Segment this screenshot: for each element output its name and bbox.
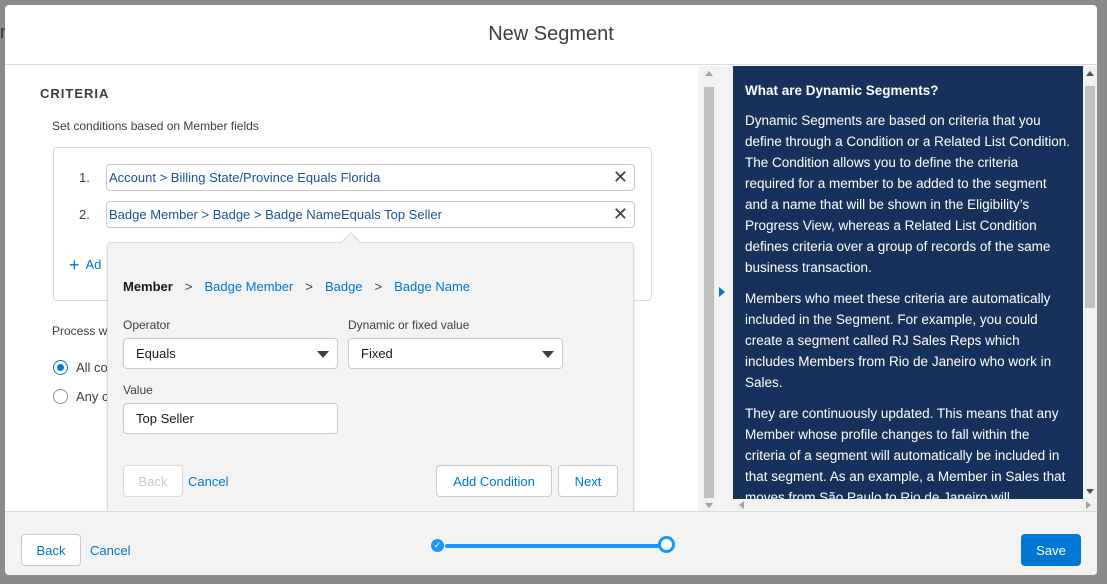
popover-back-button[interactable]: Back	[123, 465, 183, 497]
scroll-up-icon[interactable]	[1086, 71, 1094, 76]
process-label: Process wh	[52, 324, 115, 338]
value-type-select[interactable]: Fixed	[348, 338, 563, 369]
scrollbar-thumb[interactable]	[1085, 86, 1095, 308]
radio-button[interactable]	[53, 389, 68, 404]
add-condition-label: Ad	[85, 257, 102, 272]
popover-cancel-link[interactable]: Cancel	[188, 474, 228, 489]
help-horizontal-scrollbar[interactable]	[733, 499, 1097, 511]
condition-text: Account > Billing State/Province Equals …	[109, 170, 381, 185]
condition-editor-popover: Member > Badge Member > Badge > Badge Na…	[107, 232, 634, 515]
add-condition-button[interactable]: Add Condition	[436, 465, 552, 497]
condition-row: 2. Badge Member > Badge > Badge NameEqua…	[54, 201, 653, 229]
criteria-scrollbar[interactable]	[702, 66, 716, 511]
radio-button-selected[interactable]	[53, 360, 68, 375]
condition-number: 2.	[79, 207, 90, 222]
condition-number: 1.	[79, 170, 90, 185]
scroll-up-icon[interactable]	[705, 71, 713, 76]
radio-label: Any c	[76, 389, 109, 404]
scroll-down-icon[interactable]	[705, 503, 713, 508]
modal-title: New Segment	[488, 23, 614, 45]
scroll-left-icon[interactable]	[739, 501, 744, 509]
check-icon[interactable]: ✓	[431, 539, 444, 552]
chevron-down-icon	[542, 351, 554, 358]
save-button[interactable]: Save	[1021, 534, 1081, 566]
modal-header: New Segment	[5, 5, 1097, 65]
scrollbar-thumb[interactable]	[704, 87, 714, 498]
chevron-down-icon	[317, 351, 329, 358]
breadcrumb-badge[interactable]: Badge	[325, 279, 363, 294]
breadcrumb-separator: >	[305, 279, 313, 294]
modal-footer: Back Cancel ✓ Save	[5, 511, 1097, 575]
criteria-subtitle: Set conditions based on Member fields	[52, 119, 259, 133]
value-type-value: Fixed	[361, 346, 393, 361]
breadcrumb-badge-member[interactable]: Badge Member	[204, 279, 293, 294]
add-icon: +	[69, 255, 80, 275]
scroll-down-icon[interactable]	[1086, 489, 1094, 494]
radio-label: All co	[76, 360, 108, 375]
value-type-label: Dynamic or fixed value	[348, 318, 470, 332]
value-label: Value	[123, 383, 153, 397]
remove-condition-icon[interactable]: ✕	[613, 167, 628, 187]
help-paragraph: Dynamic Segments are based on criteria t…	[745, 113, 1070, 275]
value-input-text: Top Seller	[136, 411, 194, 426]
condition-field[interactable]: Badge Member > Badge > Badge NameEquals …	[106, 201, 635, 228]
help-paragraph: They are continuously updated. This mean…	[745, 406, 1066, 499]
back-button[interactable]: Back	[21, 534, 81, 566]
criteria-panel: CRITERIA Set conditions based on Member …	[5, 66, 698, 515]
next-button[interactable]: Next	[558, 465, 618, 497]
criteria-section-title: CRITERIA	[40, 86, 110, 101]
progress-track	[445, 544, 660, 548]
collapse-help-icon[interactable]	[719, 287, 725, 297]
condition-row: 1. Account > Billing State/Province Equa…	[54, 164, 653, 192]
radio-all-conditions[interactable]: All co	[53, 360, 108, 375]
cancel-link[interactable]: Cancel	[90, 543, 130, 558]
current-step-indicator[interactable]	[658, 536, 675, 553]
condition-field[interactable]: Account > Billing State/Province Equals …	[106, 164, 635, 191]
radio-any-condition[interactable]: Any c	[53, 389, 109, 404]
condition-text: Badge Member > Badge > Badge NameEquals …	[109, 207, 442, 222]
add-condition-link[interactable]: + Ad	[69, 255, 101, 276]
breadcrumb-separator: >	[184, 279, 193, 294]
field-breadcrumb: Member > Badge Member > Badge > Badge Na…	[123, 279, 470, 294]
help-paragraph: Members who meet these criteria are auto…	[745, 291, 1052, 390]
operator-label: Operator	[123, 318, 171, 332]
help-panel: What are Dynamic Segments? Dynamic Segme…	[733, 66, 1083, 499]
scroll-right-icon[interactable]	[1086, 501, 1091, 509]
help-scrollbar[interactable]	[1083, 66, 1097, 499]
help-title: What are Dynamic Segments?	[745, 83, 939, 98]
remove-condition-icon[interactable]: ✕	[613, 204, 628, 224]
breadcrumb-separator: >	[374, 279, 383, 294]
new-segment-modal: New Segment CRITERIA Set conditions base…	[5, 5, 1097, 575]
operator-select[interactable]: Equals	[123, 338, 338, 369]
breadcrumb-root: Member	[123, 279, 173, 294]
value-input[interactable]: Top Seller	[123, 403, 338, 434]
operator-value: Equals	[136, 346, 176, 361]
breadcrumb-badge-name[interactable]: Badge Name	[394, 279, 470, 294]
